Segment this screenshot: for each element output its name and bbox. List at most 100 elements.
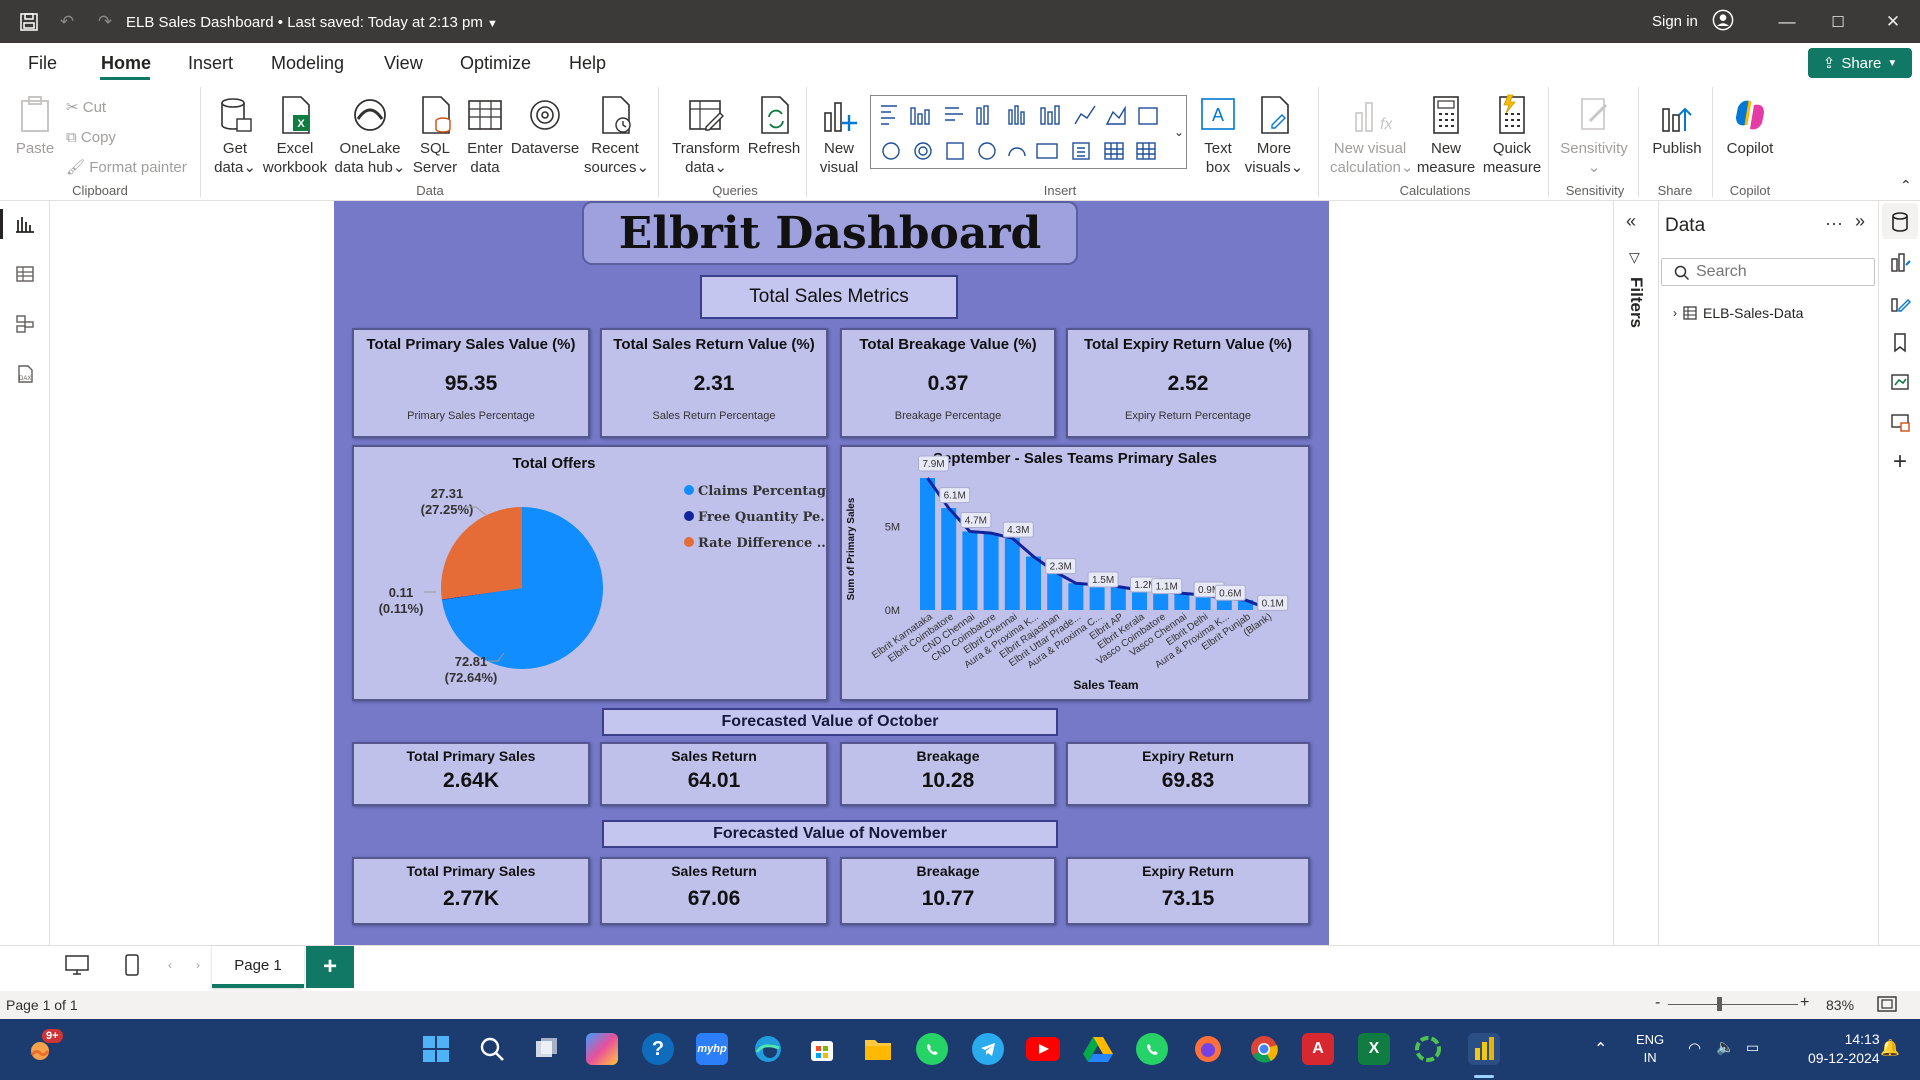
google-drive-icon[interactable]: [1082, 1033, 1114, 1065]
chevron-up-icon[interactable]: ⌃: [1594, 1039, 1607, 1059]
bar[interactable]: [1047, 571, 1063, 610]
table-view-icon[interactable]: [12, 261, 38, 287]
bar[interactable]: [983, 533, 999, 610]
file-title[interactable]: ELB Sales Dashboard • Last saved: Today …: [126, 14, 498, 31]
bar[interactable]: [962, 531, 978, 610]
bar[interactable]: [1174, 593, 1190, 610]
maximize-icon[interactable]: ☐: [1827, 11, 1849, 33]
sync-app-icon[interactable]: [1412, 1033, 1444, 1065]
cut-button[interactable]: ✂ Cut: [66, 93, 187, 123]
zoom-out-icon[interactable]: -: [1655, 994, 1660, 1012]
notifications-bell-icon[interactable]: 🔔: [1880, 1038, 1900, 1058]
zoom-slider-track[interactable]: [1668, 1004, 1798, 1005]
new-visual-calculation-button[interactable]: fx New visual calculation⌄: [1330, 93, 1413, 177]
menu-file[interactable]: File: [28, 53, 57, 74]
menu-modeling[interactable]: Modeling: [271, 53, 344, 74]
bar-chart[interactable]: Sum of Primary Sales Sales Team 0M 5M 7.9…: [842, 447, 1308, 699]
paste-button[interactable]: Paste: [14, 93, 56, 158]
language-indicator[interactable]: ENG IN: [1636, 1031, 1664, 1067]
table-item-elb-sales-data[interactable]: › ELB-Sales-Data: [1673, 305, 1803, 321]
legend-item[interactable]: Rate Difference ...: [698, 536, 826, 551]
collapse-pane-icon[interactable]: »: [1855, 211, 1865, 232]
format-pane-icon[interactable]: [1887, 289, 1913, 315]
data-pane-icon[interactable]: [1887, 209, 1913, 235]
kpi-card-expiry-return[interactable]: Total Expiry Return Value (%) 2.52 Expir…: [1066, 328, 1310, 438]
copy-button[interactable]: ⧉ Copy: [66, 123, 187, 153]
clock[interactable]: 14:13 09-12-2024: [1808, 1030, 1880, 1068]
visual-gallery[interactable]: ⌄: [870, 95, 1187, 169]
sign-in-link[interactable]: Sign in: [1652, 13, 1698, 30]
sales-teams-bar-card[interactable]: September - Sales Teams Primary Sales Su…: [840, 445, 1310, 701]
wifi-icon[interactable]: ◠: [1688, 1039, 1701, 1057]
transform-data-button[interactable]: Transform data⌄: [670, 93, 742, 177]
collapse-ribbon-icon[interactable]: ⌃: [1900, 177, 1912, 194]
undo-icon[interactable]: ↶: [56, 11, 78, 33]
visualizations-pane-icon[interactable]: [1887, 249, 1913, 275]
volume-icon[interactable]: 🔈: [1716, 1038, 1735, 1056]
dax-query-view-icon[interactable]: DAX: [12, 361, 38, 387]
zoom-in-icon[interactable]: +: [1800, 994, 1809, 1012]
menu-optimize[interactable]: Optimize: [460, 53, 531, 74]
menu-insert[interactable]: Insert: [188, 53, 233, 74]
bar[interactable]: [920, 478, 935, 610]
model-view-icon[interactable]: [12, 311, 38, 337]
new-visual-button[interactable]: New visual: [814, 93, 864, 177]
text-box-button[interactable]: A Text box: [1194, 93, 1242, 177]
legend-item[interactable]: Free Quantity Pe...: [698, 510, 826, 525]
next-page-icon[interactable]: ›: [196, 958, 200, 972]
copilot-taskbar-icon[interactable]: [586, 1033, 618, 1065]
myhp-icon[interactable]: myhp: [696, 1033, 728, 1065]
nov-card-sales-return[interactable]: Sales Return 67.06: [600, 857, 828, 925]
account-icon[interactable]: [1712, 9, 1734, 31]
power-bi-taskbar-icon[interactable]: [1468, 1033, 1500, 1065]
oct-card-sales-return[interactable]: Sales Return 64.01: [600, 742, 828, 806]
refresh-button[interactable]: Refresh: [744, 93, 804, 158]
firefox-icon[interactable]: [1192, 1033, 1224, 1065]
close-icon[interactable]: ✕: [1882, 11, 1904, 33]
mobile-layout-icon[interactable]: [124, 953, 140, 982]
excel-workbook-button[interactable]: X Excel workbook: [262, 93, 328, 177]
bar[interactable]: [1004, 538, 1020, 610]
menu-home[interactable]: Home: [101, 53, 151, 74]
quick-measure-button[interactable]: Quick measure: [1480, 93, 1544, 177]
youtube-icon[interactable]: [1026, 1037, 1060, 1061]
edge-icon[interactable]: [752, 1033, 784, 1065]
oct-card-expiry-return[interactable]: Expiry Return 69.83: [1066, 742, 1310, 806]
menu-help[interactable]: Help: [569, 53, 606, 74]
oct-card-breakage[interactable]: Breakage 10.28: [840, 742, 1056, 806]
oct-card-primary-sales[interactable]: Total Primary Sales 2.64K: [352, 742, 590, 806]
enter-data-button[interactable]: Enter data: [462, 93, 508, 177]
nov-card-breakage[interactable]: Breakage 10.77: [840, 857, 1056, 925]
onelake-button[interactable]: OneLake data hub⌄: [332, 93, 408, 177]
chrome-icon[interactable]: [1248, 1033, 1280, 1065]
share-button[interactable]: ⇪ Share ▼: [1808, 48, 1912, 78]
bar[interactable]: [1089, 584, 1105, 610]
sql-server-button[interactable]: SQL Server: [412, 93, 458, 177]
kpi-card-primary-sales[interactable]: Total Primary Sales Value (%) 95.35 Prim…: [352, 328, 590, 438]
bar[interactable]: [1026, 556, 1041, 610]
bar[interactable]: [1110, 586, 1126, 610]
excel-taskbar-icon[interactable]: X: [1358, 1033, 1390, 1065]
search-input[interactable]: [1696, 262, 1866, 282]
legend-item[interactable]: Claims Percentage: [698, 484, 826, 499]
zoom-slider-thumb[interactable]: [1717, 997, 1722, 1011]
whatsapp-web-icon[interactable]: [1136, 1033, 1168, 1065]
redo-icon[interactable]: ↷: [94, 11, 116, 33]
add-page-button[interactable]: +: [306, 946, 354, 988]
windows-start-icon[interactable]: [420, 1033, 452, 1065]
battery-icon[interactable]: ▭: [1746, 1039, 1759, 1056]
store-icon[interactable]: [806, 1033, 838, 1065]
more-options-icon[interactable]: ···: [1825, 213, 1843, 234]
prev-page-icon[interactable]: ‹: [168, 958, 172, 972]
help-icon[interactable]: ?: [642, 1033, 674, 1065]
bar[interactable]: [1068, 583, 1084, 610]
filters-pane[interactable]: « ▽ Filters: [1613, 201, 1658, 945]
new-measure-button[interactable]: New measure: [1414, 93, 1478, 177]
recent-sources-button[interactable]: Recent sources⌄: [584, 93, 649, 177]
acrobat-icon[interactable]: A: [1302, 1033, 1334, 1065]
more-visuals-button[interactable]: More visuals⌄: [1244, 93, 1304, 177]
copilot-button[interactable]: Copilot: [1720, 93, 1780, 158]
format-painter-button[interactable]: 🖌 Format painter: [66, 153, 187, 183]
kpi-card-sales-return[interactable]: Total Sales Return Value (%) 2.31 Sales …: [600, 328, 828, 438]
whatsapp-icon[interactable]: [916, 1033, 948, 1065]
